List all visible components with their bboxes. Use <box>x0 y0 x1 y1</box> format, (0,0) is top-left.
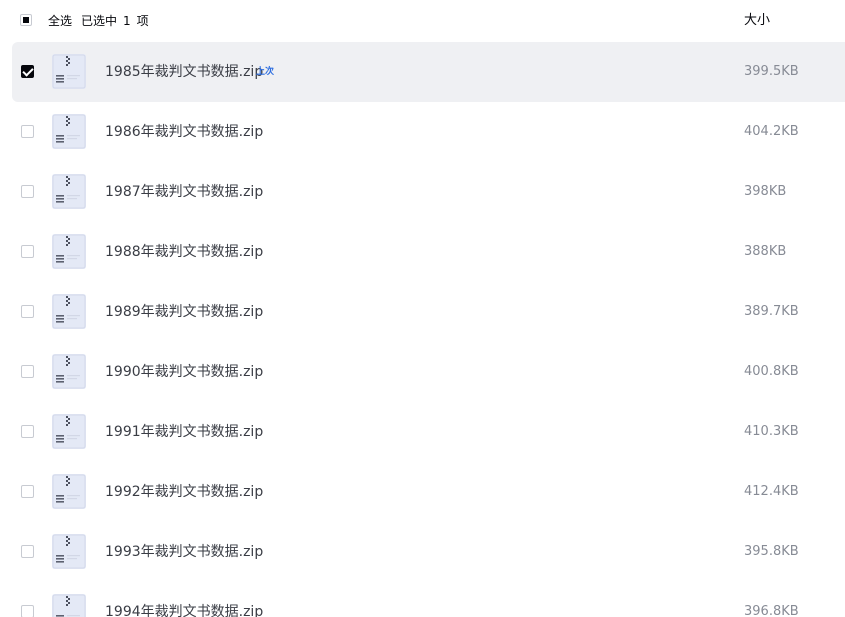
zip-file-icon <box>51 593 87 617</box>
file-row[interactable]: 1992年裁判文书数据.zip 412.4KB <box>12 462 845 522</box>
partial-selection-mark <box>23 17 29 23</box>
file-row[interactable]: 1989年裁判文书数据.zip 389.7KB <box>12 282 845 342</box>
file-name[interactable]: 1992年裁判文书数据.zip <box>105 483 263 501</box>
selection-suffix: 项 <box>136 14 149 28</box>
checkmark-icon <box>22 65 34 77</box>
select-all-label[interactable]: 全选 <box>48 13 72 29</box>
file-row[interactable]: 1991年裁判文书数据.zip 410.3KB <box>12 402 845 462</box>
file-checkbox[interactable] <box>21 125 34 138</box>
file-checkbox[interactable] <box>21 305 34 318</box>
file-row[interactable]: 1988年裁判文书数据.zip 388KB <box>12 222 845 282</box>
file-checkbox[interactable] <box>21 425 34 438</box>
zip-file-icon <box>51 293 87 329</box>
file-size: 399.5KB <box>744 64 799 79</box>
zip-file-icon <box>51 173 87 209</box>
file-size: 404.2KB <box>744 124 799 139</box>
recent-tag: 上次 <box>256 67 275 77</box>
file-name[interactable]: 1985年裁判文书数据.zip <box>105 63 263 81</box>
file-size: 395.8KB <box>744 544 799 559</box>
file-name[interactable]: 1988年裁判文书数据.zip <box>105 243 263 261</box>
selection-count: 已选中 1 项 <box>81 13 149 29</box>
file-row[interactable]: 1993年裁判文书数据.zip 395.8KB <box>12 522 845 582</box>
file-checkbox[interactable] <box>21 605 34 617</box>
file-checkbox[interactable] <box>21 485 34 498</box>
file-size: 412.4KB <box>744 484 799 499</box>
zip-file-icon <box>51 353 87 389</box>
file-checkbox[interactable] <box>21 65 34 78</box>
select-all-checkbox[interactable] <box>20 14 32 26</box>
selection-number: 1 <box>123 14 131 28</box>
file-size: 400.8KB <box>744 364 799 379</box>
file-size: 410.3KB <box>744 424 799 439</box>
file-row[interactable]: 1994年裁判文书数据.zip 396.8KB <box>12 582 845 617</box>
size-column-header[interactable]: 大小 <box>744 13 770 29</box>
file-checkbox[interactable] <box>21 365 34 378</box>
file-list: 1985年裁判文书数据.zip 上次 399.5KB 1986年裁判文书数据.zip 4… <box>12 42 845 617</box>
file-name[interactable]: 1986年裁判文书数据.zip <box>105 123 263 141</box>
file-name[interactable]: 1991年裁判文书数据.zip <box>105 423 263 441</box>
zip-file-icon <box>51 113 87 149</box>
zip-file-icon <box>51 473 87 509</box>
file-checkbox[interactable] <box>21 545 34 558</box>
file-list-page: 全选 已选中 1 项 大小 1985年裁判文书数据.zip 上次 399.5KB 1986… <box>0 0 845 617</box>
file-name[interactable]: 1994年裁判文书数据.zip <box>105 603 263 617</box>
file-checkbox[interactable] <box>21 245 34 258</box>
file-name[interactable]: 1989年裁判文书数据.zip <box>105 303 263 321</box>
zip-file-icon <box>51 53 87 89</box>
file-name[interactable]: 1993年裁判文书数据.zip <box>105 543 263 561</box>
file-name[interactable]: 1990年裁判文书数据.zip <box>105 363 263 381</box>
list-header: 全选 已选中 1 项 大小 <box>0 0 845 42</box>
file-size: 388KB <box>744 244 787 259</box>
zip-file-icon <box>51 233 87 269</box>
file-row[interactable]: 1986年裁判文书数据.zip 404.2KB <box>12 102 845 162</box>
file-size: 398KB <box>744 184 787 199</box>
file-name[interactable]: 1987年裁判文书数据.zip <box>105 183 263 201</box>
file-row[interactable]: 1985年裁判文书数据.zip 上次 399.5KB <box>12 42 845 102</box>
file-row[interactable]: 1990年裁判文书数据.zip 400.8KB <box>12 342 845 402</box>
zip-file-icon <box>51 413 87 449</box>
file-size: 389.7KB <box>744 304 799 319</box>
file-size: 396.8KB <box>744 604 799 617</box>
selection-prefix: 已选中 <box>81 14 118 28</box>
file-row[interactable]: 1987年裁判文书数据.zip 398KB <box>12 162 845 222</box>
file-checkbox[interactable] <box>21 185 34 198</box>
zip-file-icon <box>51 533 87 569</box>
